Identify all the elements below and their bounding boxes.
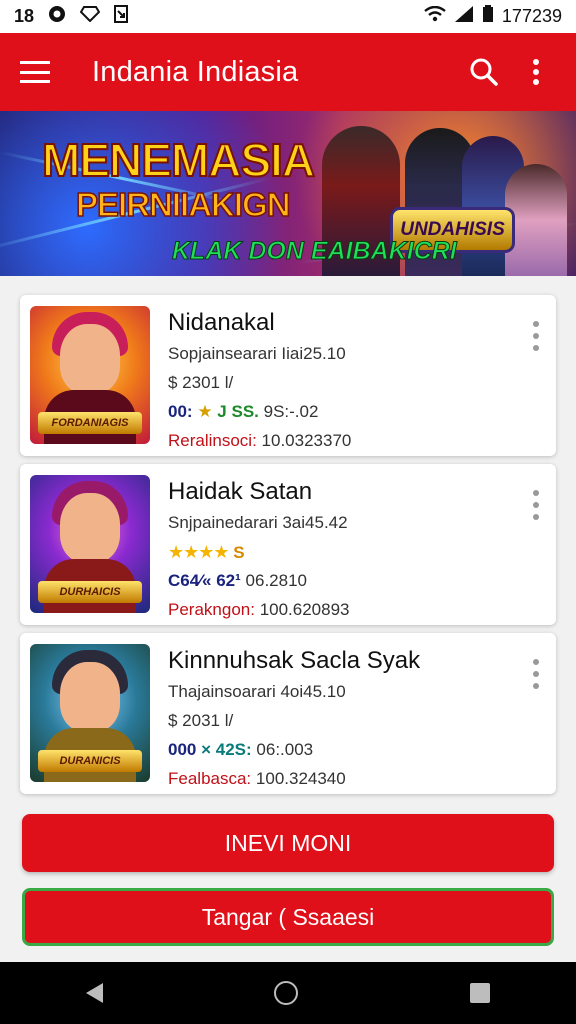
star-icon: ★ [197, 402, 213, 421]
secondary-button[interactable]: Tangar ( Ssaaesi [22, 888, 554, 946]
item-title: Nidanakal [168, 309, 275, 336]
banner-cta-text: KLAK DON EAIBAKICRI [172, 237, 458, 266]
item-title: Haidak Satan [168, 478, 313, 505]
promo-banner[interactable]: MENEMASIA PEIRNIIAKIGN UNDAHISIS KLAK DO… [0, 111, 576, 276]
item-stat-a: 000 [168, 740, 197, 759]
list-item[interactable]: FORDANIAGIS Nidanakal Sopjainsearari Iia… [20, 295, 556, 456]
item-footer-label: Reralinsoci: [168, 431, 257, 450]
system-nav-bar [0, 962, 576, 1024]
rating-suffix: S [233, 543, 245, 562]
more-vert-icon[interactable] [516, 52, 556, 92]
status-bar: 18 177239 [0, 0, 576, 33]
home-icon[interactable] [274, 981, 299, 1005]
list-item[interactable]: DURHAICIS Haidak Satan Snjpainedarari 3a… [20, 464, 556, 625]
more-vert-icon[interactable] [530, 490, 542, 520]
thumbnail-logo: FORDANIAGIS [38, 412, 142, 434]
item-footer-value: 10.0323370 [261, 431, 352, 450]
thumbnail-logo: DURANICIS [38, 750, 142, 772]
item-stat-b: J SS. [217, 402, 259, 421]
item-thumbnail: DURHAICIS [30, 475, 150, 613]
back-icon[interactable] [85, 983, 103, 1003]
item-footer-label: Fealbasca: [168, 769, 252, 788]
diamond-icon [79, 6, 101, 27]
download-icon [114, 5, 129, 28]
item-stat-a: 00: [168, 402, 193, 421]
search-icon[interactable] [464, 52, 504, 92]
item-thumbnail: DURANICIS [30, 644, 150, 782]
signal-icon [454, 5, 474, 28]
item-title: Kinnnuhsak Sacla Syak [168, 647, 421, 674]
item-stat-c: 06.2810 [245, 571, 307, 590]
item-stat-b: × 42S: [201, 740, 252, 759]
app-title: Indania Indiasia [92, 55, 299, 88]
item-price: $ 2031 l/ [168, 711, 234, 730]
more-vert-icon[interactable] [530, 321, 542, 351]
menu-icon[interactable] [20, 61, 50, 83]
item-price: $ 2301 l/ [168, 373, 234, 392]
status-left-text: 18 [14, 6, 35, 26]
item-footer-value: 100.620893 [259, 600, 350, 619]
banner-headline: MENEMASIA [41, 133, 316, 187]
app-bar: Indania Indiasia [0, 33, 576, 111]
battery-icon [482, 5, 494, 28]
status-time: 177239 [501, 6, 562, 26]
item-thumbnail: FORDANIAGIS [30, 306, 150, 444]
item-stat-a: C64⁄« [168, 571, 212, 590]
notification-icon [48, 5, 66, 28]
primary-button[interactable]: INEVI MONI [22, 814, 554, 872]
item-stat-c: 06:.003 [256, 740, 314, 759]
rating-stars: ★★★★ [168, 542, 230, 562]
item-stat-b: 62¹ [216, 571, 241, 590]
banner-subheadline: PEIRNIIAKIGN [75, 185, 291, 224]
item-subtitle: Snjpainedarari 3ai45.42 [168, 513, 348, 532]
list-item[interactable]: DURANICIS Kinnnuhsak Sacla Syak Thajains… [20, 633, 556, 794]
item-stat-c: 9S:-.02 [263, 402, 319, 421]
recents-icon[interactable] [470, 983, 491, 1003]
thumbnail-logo: DURHAICIS [38, 581, 142, 603]
item-footer-label: Perakngon: [168, 600, 255, 619]
item-subtitle: Thajainsoarari 4oi45.10 [168, 682, 346, 701]
item-subtitle: Sopjainsearari Iiai25.10 [168, 344, 346, 363]
wifi-icon [424, 5, 446, 27]
more-vert-icon[interactable] [530, 659, 542, 689]
item-footer-value: 100.324340 [255, 769, 346, 788]
